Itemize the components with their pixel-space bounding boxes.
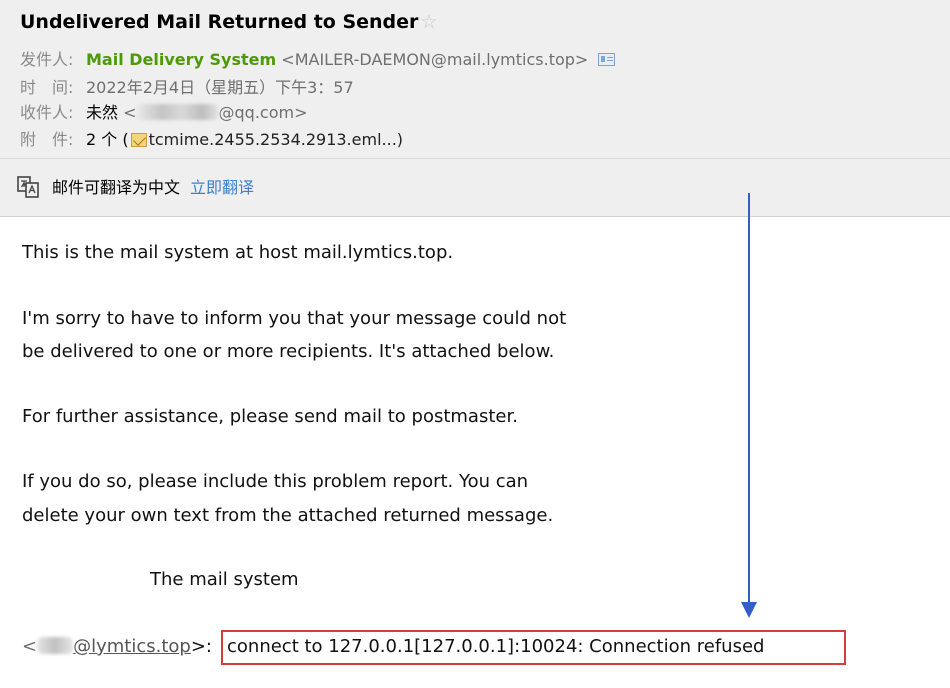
bounced-recipient: < @lymtics.top>: xyxy=(22,636,212,657)
error-message: connect to 127.0.0.1[127.0.0.1]:10024: C… xyxy=(227,636,765,657)
recipient-address-prefix: < xyxy=(123,103,137,122)
contact-card-icon[interactable] xyxy=(598,53,616,66)
translate-now-link[interactable]: 立即翻译 xyxy=(190,178,254,197)
body-line-6: delete your own text from the attached r… xyxy=(22,505,554,526)
body-line-5: If you do so, please include this proble… xyxy=(22,471,529,492)
star-icon[interactable]: ☆ xyxy=(420,11,437,33)
body-line-1: This is the mail system at host mail.lym… xyxy=(22,242,454,263)
subject-text: Undelivered Mail Returned to Sender xyxy=(20,11,419,33)
time-label: 时 间: xyxy=(20,78,74,97)
body-signature: The mail system xyxy=(150,569,299,590)
from-label: 发件人: xyxy=(20,50,74,69)
to-row: 收件人: 未然 < @qq.com> xyxy=(20,99,308,123)
email-header: Undelivered Mail Returned to Sender ☆ 发件人… xyxy=(0,0,950,217)
annotation-arrow-shaft xyxy=(748,193,750,603)
from-row: 发件人: Mail Delivery System <MAILER-DAEMON@… xyxy=(20,46,616,70)
body-line-4: For further assistance, please send mail… xyxy=(22,406,518,427)
recipient-open-bracket: < xyxy=(22,636,38,657)
attachment-count: 2 个 ( xyxy=(86,130,129,149)
body-line-2: I'm sorry to have to inform you that you… xyxy=(22,308,567,329)
email-subject: Undelivered Mail Returned to Sender ☆ xyxy=(20,11,437,33)
bounced-recipient-link[interactable]: @lymtics.top xyxy=(73,636,191,657)
body-line-3: be delivered to one or more recipients. … xyxy=(22,341,555,362)
time-row: 时 间: 2022年2月4日（星期五）下午3：57 xyxy=(20,74,354,98)
time-value: 2022年2月4日（星期五）下午3：57 xyxy=(86,78,354,97)
to-label: 收件人: xyxy=(20,103,74,122)
annotation-arrow-head-icon xyxy=(741,602,757,618)
attachment-label: 附 件: xyxy=(20,130,74,149)
redacted-username xyxy=(37,637,74,654)
translate-bar: 邮件可翻译为中文 立即翻译 xyxy=(16,174,254,199)
translate-icon xyxy=(17,176,39,198)
redacted-address xyxy=(136,104,219,120)
translate-prompt: 邮件可翻译为中文 xyxy=(52,178,181,197)
header-divider xyxy=(0,158,950,159)
recipient-name[interactable]: 未然 xyxy=(86,103,118,122)
recipient-address-suffix: @qq.com> xyxy=(218,103,308,122)
email-attachment-icon xyxy=(130,133,147,147)
recipient-close-bracket: >: xyxy=(190,636,212,657)
sender-name[interactable]: Mail Delivery System xyxy=(86,50,276,69)
attachment-row: 附 件: 2 个 ( tcmime.2455.2534.2913.eml...) xyxy=(20,126,403,150)
sender-address: <MAILER-DAEMON@mail.lymtics.top> xyxy=(281,50,589,69)
attachment-filename-link[interactable]: tcmime.2455.2534.2913.eml...) xyxy=(149,130,403,149)
